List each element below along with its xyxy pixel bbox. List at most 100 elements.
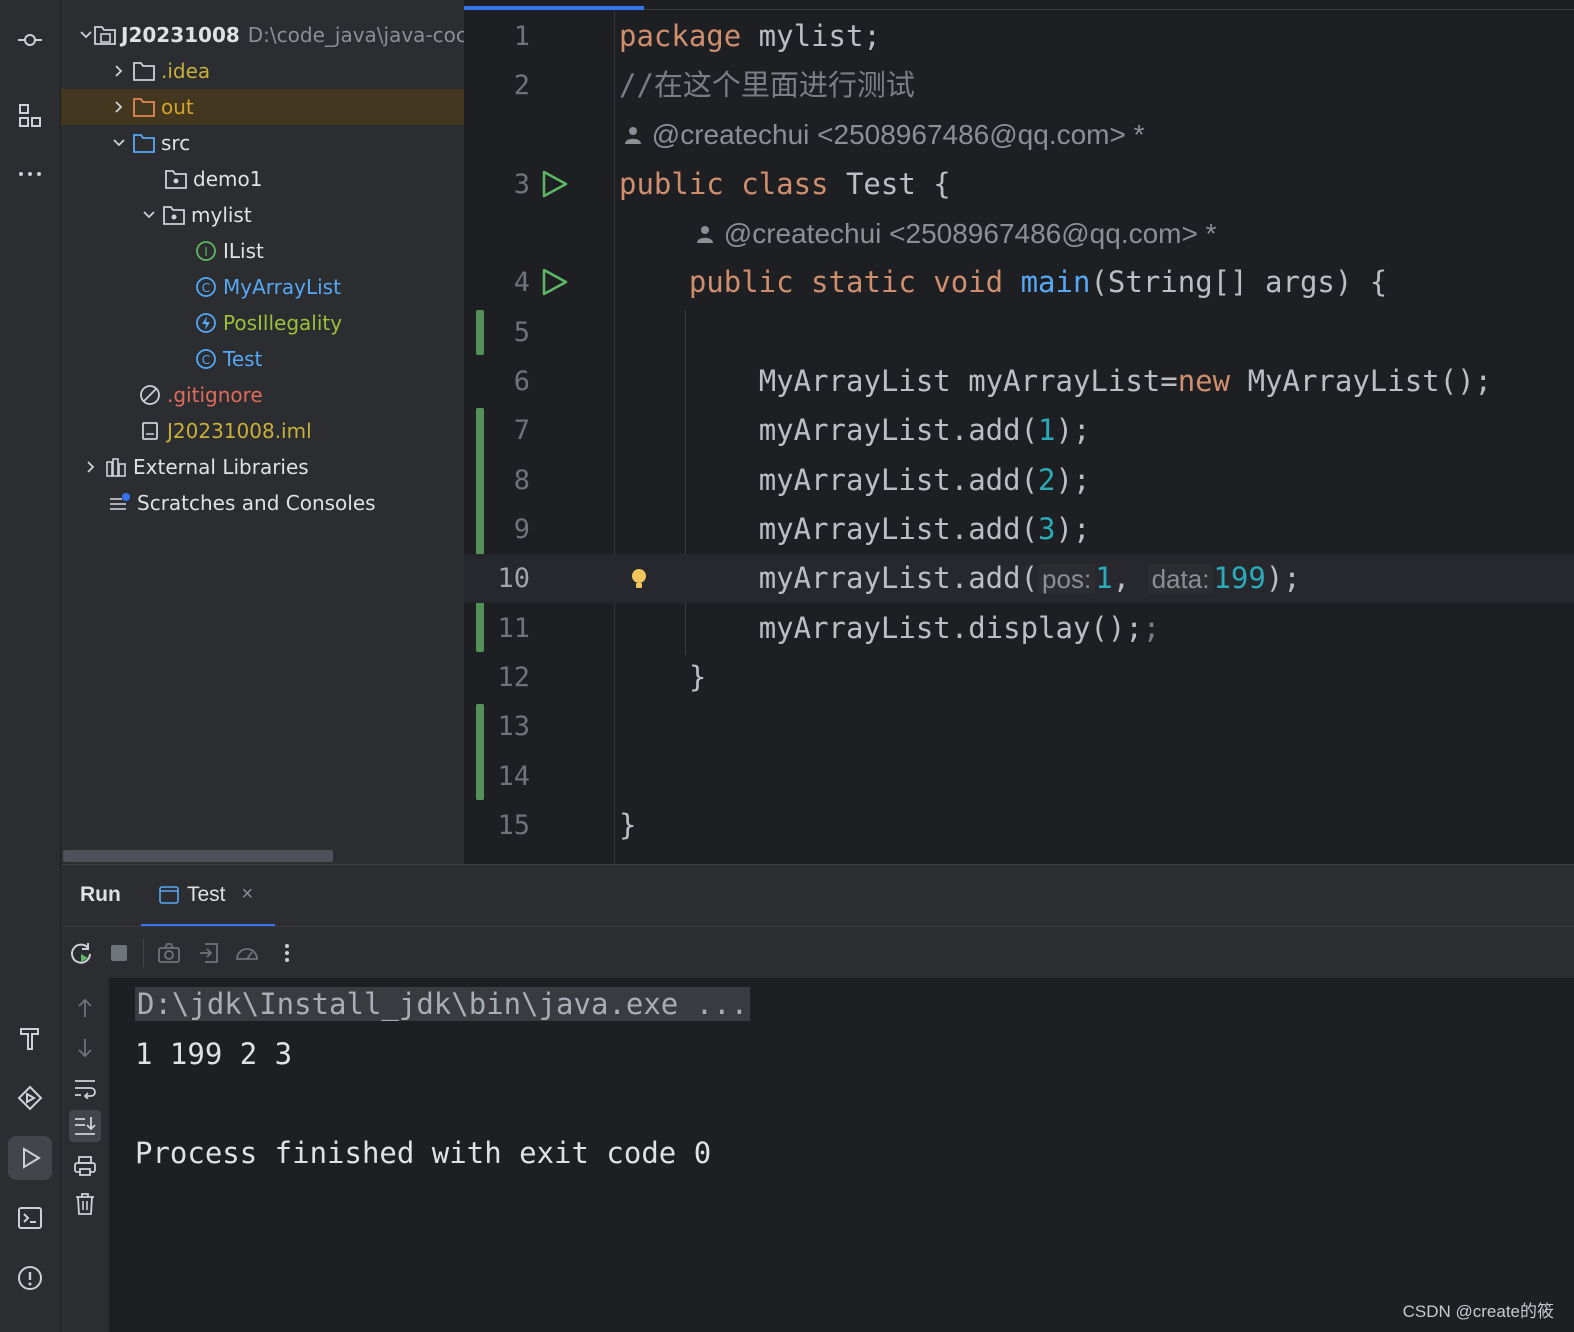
code-editor[interactable]: 1 package mylist; 2 //在这个里面进行测试 @createc…	[464, 0, 1574, 864]
code-text: myArrayList.add(	[758, 413, 1039, 447]
code-line[interactable]: 2 //在这个里面进行测试	[464, 61, 1574, 110]
code-line[interactable]: 3 public class Test {	[464, 160, 1574, 209]
tree-item-test[interactable]: C Test	[61, 341, 464, 377]
tree-item-src[interactable]: src	[61, 125, 464, 161]
commit-icon[interactable]	[8, 18, 52, 62]
code-text: MyArrayList();	[1230, 364, 1493, 398]
line-number: 1	[513, 21, 530, 52]
terminal-icon[interactable]	[8, 1196, 52, 1240]
project-tree: J20231008 D:\code_java\java-coc .idea ou…	[61, 0, 464, 864]
rerun-icon[interactable]	[67, 939, 95, 967]
run-tab-test[interactable]: Test ×	[141, 865, 275, 927]
code-vision-author[interactable]: @createchui <2508967486@qq.com> *	[694, 209, 1217, 258]
code-number: 1	[1038, 413, 1056, 447]
services-icon[interactable]	[8, 1076, 52, 1120]
stop-icon[interactable]	[105, 939, 133, 967]
run-tab-label: Test	[187, 882, 226, 906]
tree-item-gitignore[interactable]: .gitignore	[61, 377, 464, 413]
close-icon[interactable]: ×	[242, 883, 254, 906]
console-command-line[interactable]: D:\jdk\Install_jdk\bin\java.exe ...	[135, 987, 751, 1021]
code-line[interactable]: 14	[464, 752, 1574, 801]
chevron-right-icon[interactable]	[107, 95, 131, 119]
module-file-icon	[137, 418, 163, 444]
editor-tab-strip	[464, 0, 1574, 10]
print-icon[interactable]	[71, 1152, 99, 1180]
library-icon	[103, 454, 129, 480]
code-line[interactable]: 8 myArrayList.add(2);	[464, 456, 1574, 505]
console-side-toolbar	[61, 978, 109, 1332]
code-text: myArrayList.add(	[758, 463, 1039, 497]
code-text: );	[1055, 512, 1091, 546]
tree-item-myarraylist[interactable]: C MyArrayList	[61, 269, 464, 305]
run-tool-icon[interactable]	[8, 1136, 52, 1180]
build-hammer-icon[interactable]	[8, 1016, 52, 1060]
tree-item-iml[interactable]: J20231008.iml	[61, 413, 464, 449]
author-text: @createchui <2508967486@qq.com> *	[651, 119, 1145, 150]
more-options-icon[interactable]	[273, 939, 301, 967]
code-vision-author[interactable]: @createchui <2508967486@qq.com> *	[622, 110, 1145, 159]
code-line[interactable]: 9 myArrayList.add(3);	[464, 505, 1574, 554]
tree-item-mylist[interactable]: mylist	[61, 197, 464, 233]
user-icon	[625, 127, 641, 144]
run-gutter-icon[interactable]	[538, 266, 570, 298]
tree-item-ilist[interactable]: I IList	[61, 233, 464, 269]
chevron-right-icon[interactable]	[79, 455, 103, 479]
code-number: 2	[1038, 463, 1056, 497]
profiler-icon[interactable]	[233, 939, 261, 967]
chevron-down-icon[interactable]	[107, 131, 131, 155]
activity-bar	[0, 0, 61, 1332]
code-keyword: new	[1177, 364, 1231, 398]
down-arrow-icon[interactable]	[71, 1034, 99, 1062]
ignore-file-icon	[137, 382, 163, 408]
toolbar-divider	[143, 939, 144, 967]
code-line[interactable]: 11 myArrayList.display();;	[464, 604, 1574, 653]
run-gutter-icon[interactable]	[538, 168, 570, 200]
chevron-right-icon[interactable]	[107, 59, 131, 83]
module-folder-icon	[93, 22, 117, 48]
package-icon	[163, 166, 189, 192]
up-arrow-icon[interactable]	[71, 994, 99, 1022]
run-toolbar	[61, 926, 1574, 978]
structure-icon[interactable]	[8, 94, 52, 138]
tree-item-demo1[interactable]: demo1	[61, 161, 464, 197]
tree-item-root[interactable]: J20231008 D:\code_java\java-coc	[61, 17, 464, 53]
active-tab-indicator	[464, 6, 644, 10]
svg-text:I: I	[204, 245, 208, 259]
code-number: 1	[1095, 561, 1113, 595]
user-icon	[697, 226, 713, 243]
restore-layout-icon[interactable]	[195, 939, 223, 967]
chevron-down-icon[interactable]	[79, 23, 93, 47]
tree-label: out	[161, 95, 194, 119]
code-line[interactable]: 1 package mylist;	[464, 12, 1574, 61]
more-icon[interactable]	[8, 152, 52, 196]
code-line[interactable]: 4 public static void main(String[] args)…	[464, 258, 1574, 307]
problems-icon[interactable]	[8, 1256, 52, 1300]
scroll-to-end-icon[interactable]	[69, 1110, 101, 1142]
code-text: mylist;	[741, 19, 881, 53]
code-line[interactable]: 12 }	[464, 653, 1574, 702]
tree-item-external-libraries[interactable]: External Libraries	[61, 449, 464, 485]
tree-label: MyArrayList	[223, 275, 341, 299]
line-number: 13	[497, 711, 530, 742]
code-line-current[interactable]: 10 myArrayList.add(pos: 1, data: 199);	[464, 554, 1574, 603]
code-line[interactable]: 6 MyArrayList myArrayList=new MyArrayLis…	[464, 357, 1574, 406]
tree-item-posillegality[interactable]: PosIllegality	[61, 305, 464, 341]
soft-wrap-icon[interactable]	[71, 1074, 99, 1102]
code-line[interactable]: 13	[464, 702, 1574, 751]
trash-icon[interactable]	[71, 1190, 99, 1218]
horizontal-scrollbar[interactable]	[63, 850, 333, 862]
package-icon	[161, 202, 187, 228]
code-line[interactable]: 7 myArrayList.add(1);	[464, 406, 1574, 455]
line-number: 3	[513, 169, 530, 200]
tree-label: src	[161, 131, 191, 155]
code-line[interactable]: 5	[464, 308, 1574, 357]
tree-item-out[interactable]: out	[61, 89, 464, 125]
console-tab-icon	[159, 885, 179, 904]
tree-item-scratches[interactable]: Scratches and Consoles	[61, 485, 464, 521]
code-unnecessary-semicolon: ;	[1142, 611, 1161, 645]
code-text: }	[688, 660, 707, 694]
camera-icon[interactable]	[155, 939, 183, 967]
code-line[interactable]: 15 }	[464, 801, 1574, 850]
chevron-down-icon[interactable]	[137, 203, 161, 227]
tree-item-idea[interactable]: .idea	[61, 53, 464, 89]
